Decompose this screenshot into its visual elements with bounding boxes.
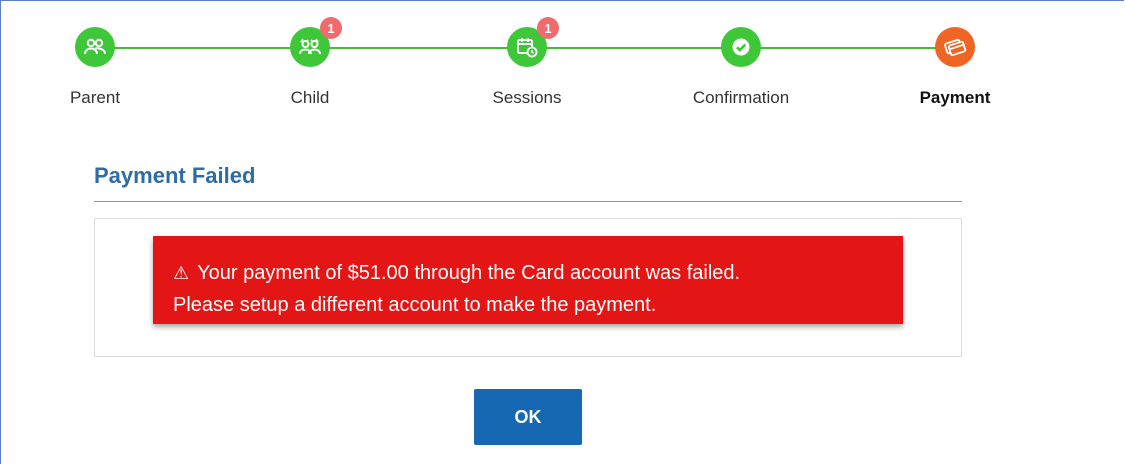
step-sessions-circle: 1	[507, 17, 559, 67]
step-child[interactable]: 1 Child	[240, 17, 380, 108]
ok-button[interactable]: OK	[474, 389, 582, 445]
step-confirmation[interactable]: Confirmation	[671, 27, 811, 108]
step-sessions-label: Sessions	[492, 88, 562, 107]
step-confirmation-circle	[721, 27, 761, 67]
step-confirmation-label: Confirmation	[692, 88, 790, 107]
step-sessions-badge: 1	[537, 17, 559, 39]
alert-message-line2: Please setup a different account to make…	[173, 294, 657, 316]
step-parent-circle	[75, 27, 115, 67]
page-title: Payment Failed	[94, 163, 256, 188]
step-child-badge: 1	[320, 17, 342, 39]
alert-line-1: ⚠ Your payment of $51.00 through the Card…	[173, 257, 903, 289]
check-icon	[732, 38, 750, 56]
calendar-clock-icon	[517, 38, 538, 58]
child-icon	[299, 38, 321, 55]
step-child-label: Child	[290, 88, 330, 107]
error-alert: ⚠ Your payment of $51.00 through the Card…	[153, 236, 903, 324]
credit-card-icon	[944, 38, 967, 57]
step-child-circle: 1	[290, 17, 342, 67]
step-sessions[interactable]: 1 Sessions	[457, 17, 597, 108]
step-payment[interactable]: Payment	[885, 27, 1025, 108]
step-payment-label: Payment	[919, 88, 991, 107]
progress-stepper: Parent 1 Child 1 Sessions Confirmation P…	[0, 0, 1125, 120]
parent-icon	[84, 38, 106, 55]
warning-icon: ⚠	[173, 263, 190, 283]
title-divider	[94, 201, 962, 202]
step-parent[interactable]: Parent	[25, 27, 165, 108]
step-payment-circle	[935, 27, 975, 67]
step-parent-label: Parent	[69, 88, 121, 107]
alert-message-line1: Your payment of $51.00 through the Card …	[197, 262, 741, 284]
